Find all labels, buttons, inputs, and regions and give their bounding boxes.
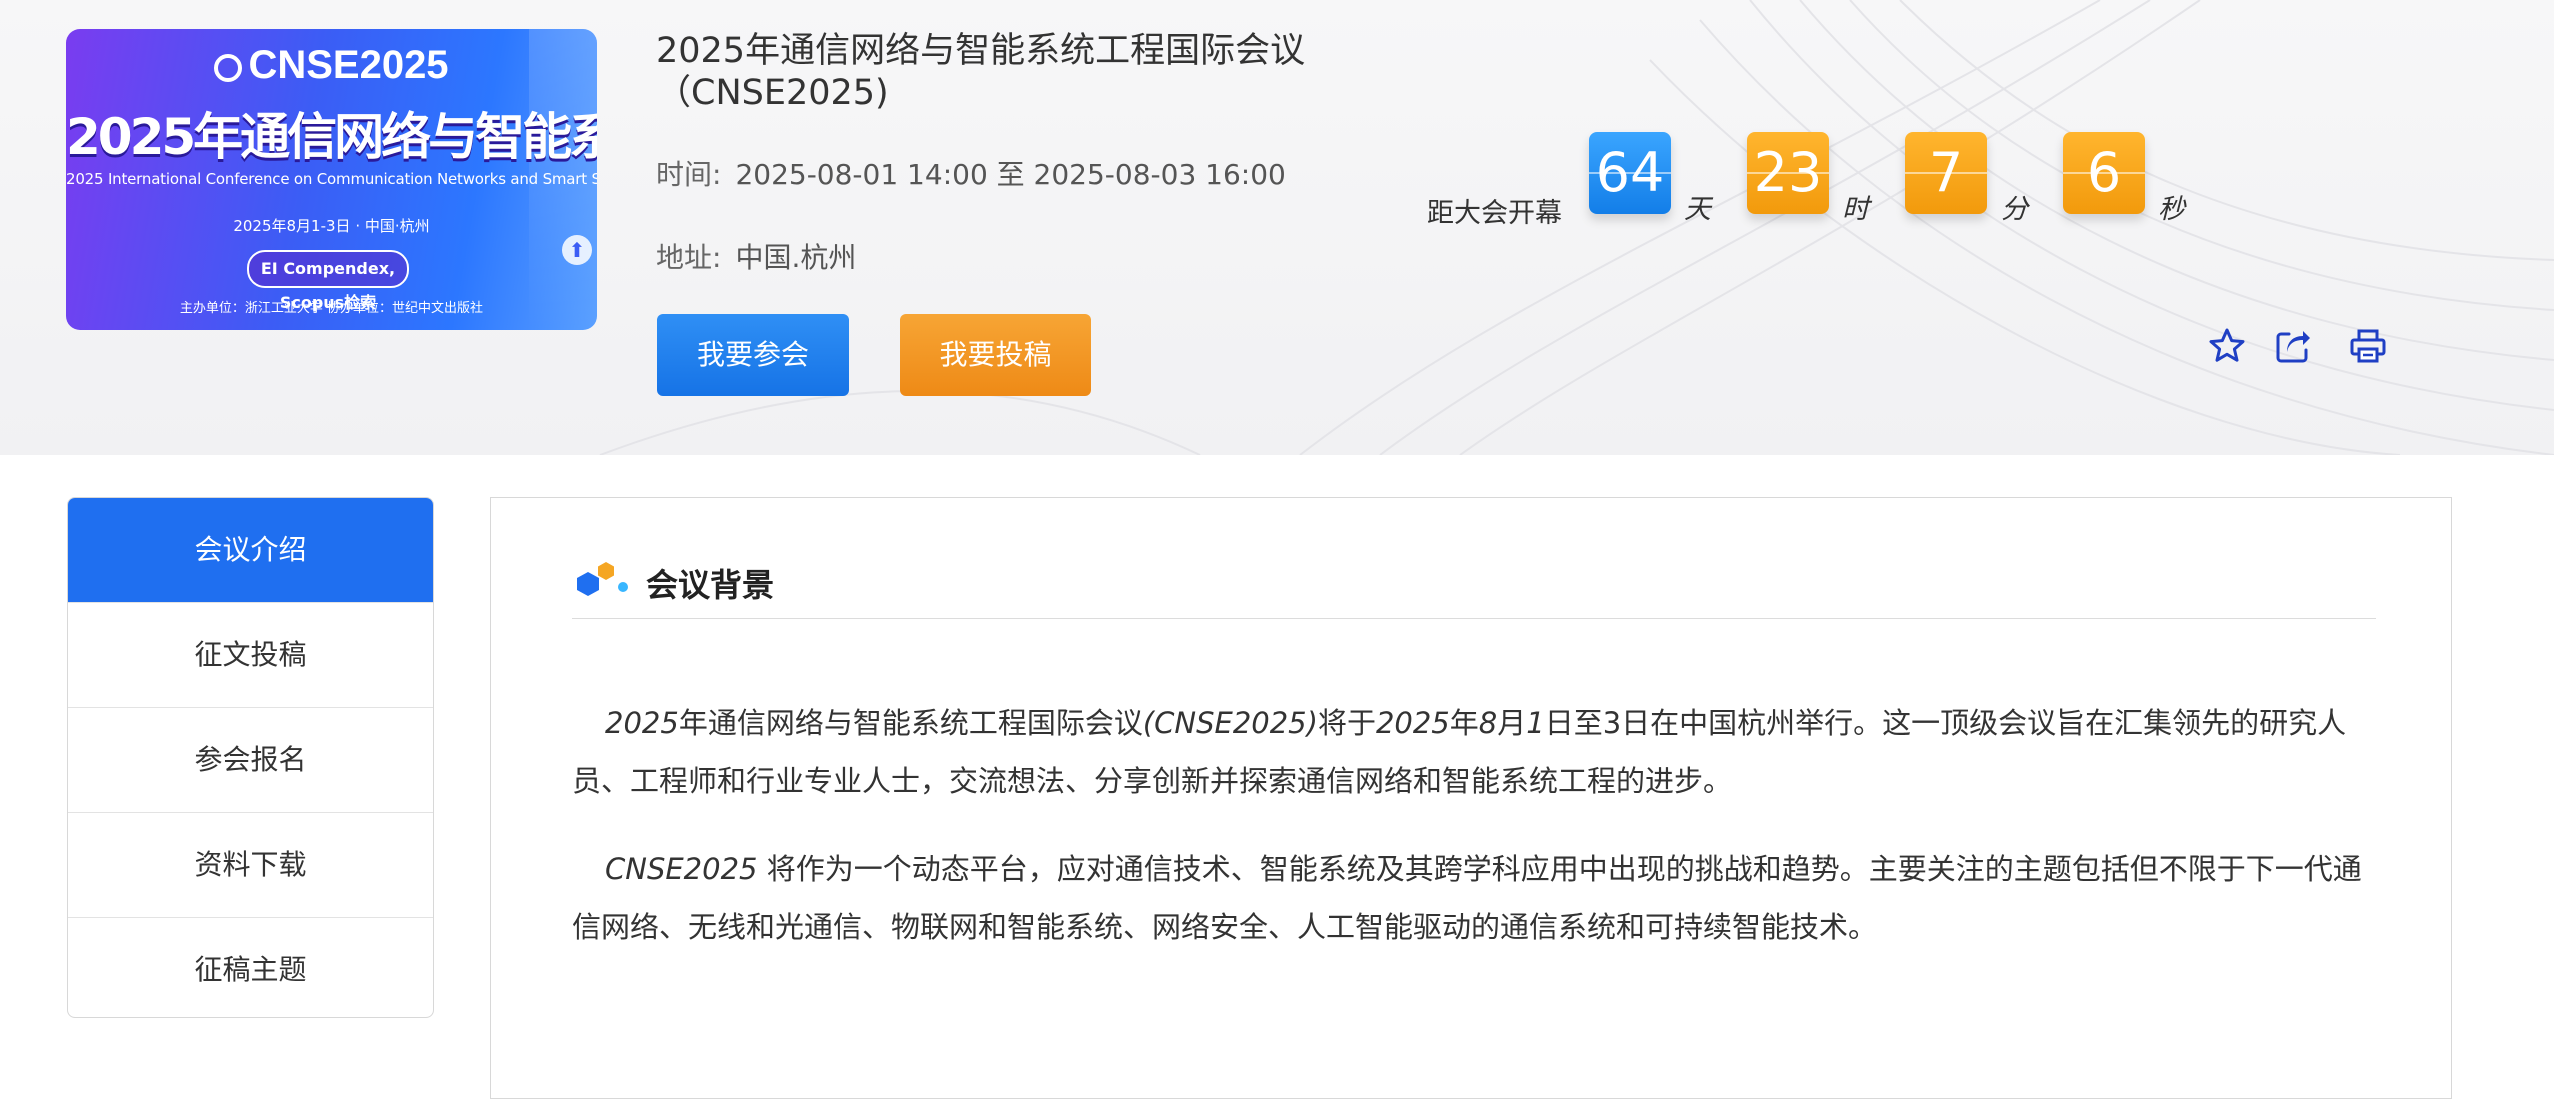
banner-logo: CNSE2025 [66,43,597,88]
countdown-label: 距大会开幕 [1427,198,1562,229]
countdown-minutes: 7 [1905,132,1987,214]
section-header: 会议背景 [572,556,2376,619]
section-title: 会议背景 [646,566,775,604]
arrow-up-icon: ⬆ [562,235,592,265]
banner-organizers: 主办单位：浙江工业大学 协办单位：世纪中文出版社 [179,301,484,316]
star-icon[interactable] [2207,326,2247,366]
sidebar-item-registration[interactable]: 参会报名 [68,708,433,813]
sidebar-nav: 会议介绍 征文投稿 参会报名 资料下载 征稿主题 [67,497,434,1018]
share-icon[interactable] [2273,326,2313,366]
sidebar-item-downloads[interactable]: 资料下载 [68,813,433,918]
conference-logo-icon [214,54,243,82]
countdown-minutes-unit: 分 [2001,194,2028,225]
banner-subtitle-en: 2025 International Conference on Communi… [66,170,597,188]
countdown-days: 64 [1589,132,1671,214]
join-conference-button[interactable]: 我要参会 [657,314,849,396]
countdown-seconds-unit: 秒 [2158,194,2185,225]
hexagon-section-icon [577,562,628,596]
time-value: 2025-08-01 14:00 至 2025-08-03 16:00 [735,158,1286,191]
banner-title: 2025年通信网络与智能系统工程国际会议 [66,108,597,166]
conference-time: 时间: 2025-08-01 14:00 至 2025-08-03 16:00 [656,153,1286,193]
submit-paper-button[interactable]: 我要投稿 [900,314,1091,396]
sidebar-item-intro[interactable]: 会议介绍 [68,498,433,603]
time-label: 时间: [656,158,722,191]
sidebar-item-call-for-papers[interactable]: 征文投稿 [68,603,433,708]
countdown-days-unit: 天 [1684,194,1711,225]
sidebar-item-topics[interactable]: 征稿主题 [68,918,433,1017]
countdown-hours: 23 [1747,132,1829,214]
intro-paragraph-1: 2025年通信网络与智能系统工程国际会议(CNSE2025)将于2025年8月1… [572,706,2347,798]
address-label: 地址: [656,241,722,274]
print-icon[interactable] [2348,326,2388,366]
banner-date-place: 2025年8月1-3日 · 中国·杭州 [233,217,430,235]
countdown-seconds: 6 [2063,132,2145,214]
conference-banner[interactable]: CNSE2025 2025年通信网络与智能系统工程国际会议 2025 Inter… [66,29,597,330]
intro-paragraph-2: CNSE2025 将作为一个动态平台，应对通信技术、智能系统及其跨学科应用中出现… [572,852,2362,944]
countdown-hours-unit: 时 [1842,194,1869,225]
main-content: 会议背景 2025年通信网络与智能系统工程国际会议(CNSE2025)将于202… [490,497,2452,1099]
address-value: 中国.杭州 [735,241,857,274]
conference-title: 2025年通信网络与智能系统工程国际会议（CNSE2025) [656,31,1306,113]
conference-header: CNSE2025 2025年通信网络与智能系统工程国际会议 2025 Inter… [0,0,2554,455]
conference-address: 地址: 中国.杭州 [656,236,856,276]
banner-index-badge: EI Compendex, Scopus检索 [247,250,409,312]
